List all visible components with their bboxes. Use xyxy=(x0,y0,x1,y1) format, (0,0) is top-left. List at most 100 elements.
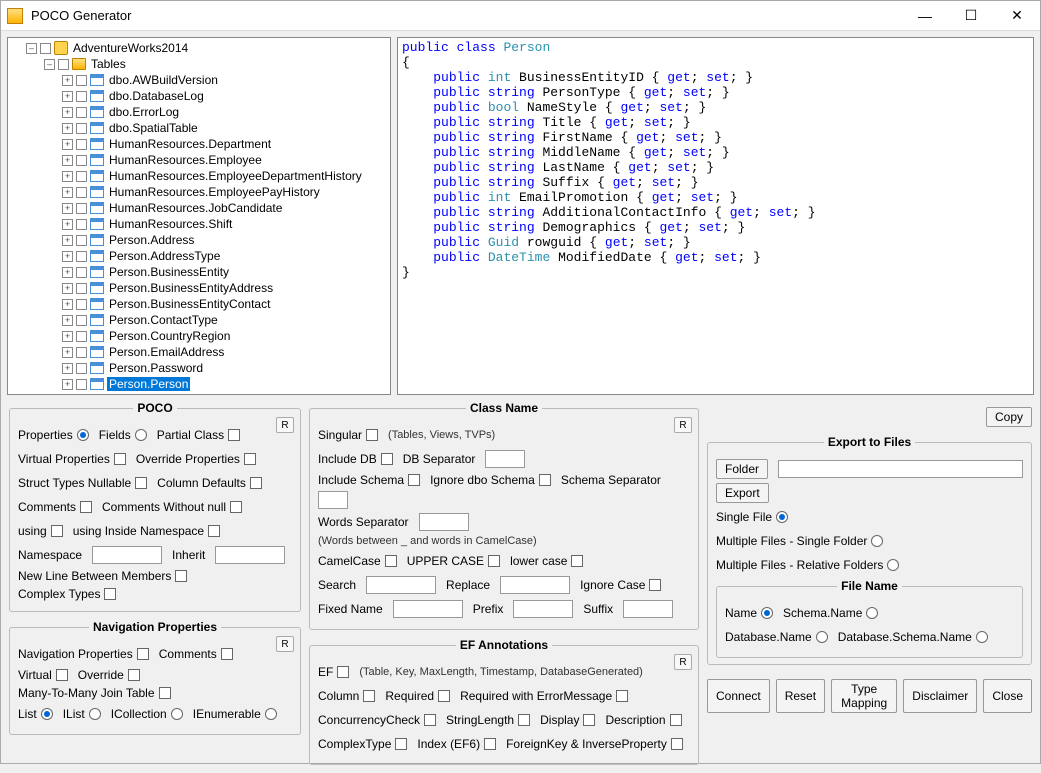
tree-row[interactable]: +HumanResources.Department xyxy=(8,136,390,152)
tree-row[interactable]: + HumanResources.Shift xyxy=(8,216,390,232)
newline-check[interactable]: New Line Between Members xyxy=(18,569,187,583)
fn-name-radio[interactable]: Name xyxy=(725,606,773,620)
tree-row[interactable]: +Person.ContactType xyxy=(8,312,390,328)
code-panel[interactable]: public class Person { public int Busines… xyxy=(397,37,1034,395)
tree-row[interactable]: + Person.BusinessEntity xyxy=(8,264,390,280)
tree-checkbox[interactable] xyxy=(76,331,87,342)
ct-check[interactable]: ComplexType xyxy=(318,737,407,751)
tree-checkbox[interactable] xyxy=(76,203,87,214)
nav-props-check[interactable]: Navigation Properties xyxy=(18,647,149,661)
display-check[interactable]: Display xyxy=(540,713,595,727)
singular-check[interactable]: Singular xyxy=(318,428,378,442)
complex-check[interactable]: Complex Types xyxy=(18,587,116,601)
search-input[interactable] xyxy=(366,576,436,594)
tree-checkbox[interactable] xyxy=(76,267,87,278)
tree-label[interactable]: Person.Password xyxy=(107,361,205,375)
disclaimer-button[interactable]: Disclaimer xyxy=(903,679,977,713)
fn-schemaname-radio[interactable]: Schema.Name xyxy=(783,606,878,620)
reset-button[interactable]: Reset xyxy=(776,679,825,713)
tree-expander[interactable]: + xyxy=(62,219,73,230)
dbsep-input[interactable] xyxy=(485,450,525,468)
tree-label[interactable]: HumanResources.Department xyxy=(107,137,273,151)
tree-checkbox[interactable] xyxy=(76,75,87,86)
ignorecase-check[interactable]: Ignore Case xyxy=(580,578,661,592)
tree-label[interactable]: dbo.DatabaseLog xyxy=(107,89,206,103)
namespace-input[interactable] xyxy=(92,546,162,564)
tree-row[interactable]: +dbo.AWBuildVersion xyxy=(8,72,390,88)
tree-row[interactable]: + dbo.ErrorLog xyxy=(8,104,390,120)
tree-checkbox[interactable] xyxy=(76,235,87,246)
folder-button[interactable]: Folder xyxy=(716,459,768,479)
ienum-radio[interactable]: IEnumerable xyxy=(193,707,277,721)
tree-label[interactable]: Person.ContactType xyxy=(107,313,220,327)
tree-row[interactable]: +HumanResources.JobCandidate xyxy=(8,200,390,216)
suffix-input[interactable] xyxy=(623,600,673,618)
tree-expander[interactable]: – xyxy=(44,59,55,70)
prefix-input[interactable] xyxy=(513,600,573,618)
tree-expander[interactable]: + xyxy=(62,283,73,294)
incdb-check[interactable]: Include DB xyxy=(318,452,393,466)
ilist-radio[interactable]: IList xyxy=(63,707,101,721)
tree-row[interactable]: +Person.CountryRegion xyxy=(8,328,390,344)
required-check[interactable]: Required xyxy=(385,689,450,703)
tree-checkbox[interactable] xyxy=(76,187,87,198)
tree-row[interactable]: +Person.EmailAddress xyxy=(8,344,390,360)
tree-checkbox[interactable] xyxy=(76,347,87,358)
tree-label[interactable]: dbo.SpatialTable xyxy=(107,121,200,135)
tree-label[interactable]: dbo.ErrorLog xyxy=(107,105,181,119)
nullable-check[interactable]: Struct Types Nullable xyxy=(18,476,147,490)
tree-checkbox[interactable] xyxy=(40,43,51,54)
fn-dbschemaname-radio[interactable]: Database.Schema.Name xyxy=(838,630,988,644)
properties-radio[interactable]: Properties xyxy=(18,428,89,442)
typemap-button[interactable]: Type Mapping xyxy=(831,679,897,713)
camel-check[interactable]: CamelCase xyxy=(318,554,397,568)
list-radio[interactable]: List xyxy=(18,707,53,721)
connect-button[interactable]: Connect xyxy=(707,679,770,713)
comments-nn-check[interactable]: Comments Without null xyxy=(102,500,242,514)
upper-check[interactable]: UPPER CASE xyxy=(407,554,500,568)
tree-row[interactable]: –AdventureWorks2014 xyxy=(8,40,390,56)
tree-row[interactable]: +HumanResources.EmployeeDepartmentHistor… xyxy=(8,168,390,184)
export-button[interactable]: Export xyxy=(716,483,769,503)
using-check[interactable]: using xyxy=(18,524,63,538)
inherit-input[interactable] xyxy=(215,546,285,564)
replace-input[interactable] xyxy=(500,576,570,594)
wordsep-input[interactable] xyxy=(419,513,469,531)
fk-check[interactable]: ForeignKey & InverseProperty xyxy=(506,737,683,751)
classname-reset-button[interactable]: R xyxy=(674,417,692,433)
tree-expander[interactable]: + xyxy=(62,299,73,310)
tree-panel[interactable]: –AdventureWorks2014–Tables+dbo.AWBuildVe… xyxy=(7,37,391,395)
tree-label[interactable]: Person.BusinessEntityContact xyxy=(107,297,272,311)
tree-label[interactable]: Person.BusinessEntity xyxy=(107,265,231,279)
tree-checkbox[interactable] xyxy=(76,171,87,182)
tree-row[interactable]: +Person.BusinessEntityAddress xyxy=(8,280,390,296)
tree-label[interactable]: Person.Person xyxy=(107,377,190,391)
tree-expander[interactable]: + xyxy=(62,91,73,102)
tree-checkbox[interactable] xyxy=(76,283,87,294)
ef-check[interactable]: EF xyxy=(318,665,349,679)
tree-label[interactable]: AdventureWorks2014 xyxy=(71,41,190,55)
tree-label[interactable]: dbo.AWBuildVersion xyxy=(107,73,220,87)
tree-row[interactable]: +Person.Address xyxy=(8,232,390,248)
tree-expander[interactable]: + xyxy=(62,203,73,214)
tree-expander[interactable]: + xyxy=(62,363,73,374)
tree-label[interactable]: Person.PersonPhone xyxy=(107,393,225,395)
tree-row[interactable]: +dbo.SpatialTable xyxy=(8,120,390,136)
tree-expander[interactable]: + xyxy=(62,267,73,278)
tree-expander[interactable]: + xyxy=(62,331,73,342)
tree-checkbox[interactable] xyxy=(76,219,87,230)
tree-row[interactable]: +HumanResources.EmployeePayHistory xyxy=(8,184,390,200)
tree-expander[interactable]: + xyxy=(62,379,73,390)
tree-expander[interactable]: + xyxy=(62,395,73,396)
tree-expander[interactable]: + xyxy=(62,107,73,118)
tree-checkbox[interactable] xyxy=(76,139,87,150)
tree-label[interactable]: HumanResources.Shift xyxy=(107,217,234,231)
tree-checkbox[interactable] xyxy=(58,59,69,70)
minimize-button[interactable]: — xyxy=(902,1,948,31)
incschema-check[interactable]: Include Schema xyxy=(318,473,420,487)
tree-checkbox[interactable] xyxy=(76,123,87,134)
tree-checkbox[interactable] xyxy=(76,107,87,118)
tree-label[interactable]: HumanResources.Employee xyxy=(107,153,264,167)
desc-check[interactable]: Description xyxy=(605,713,681,727)
tree-label[interactable]: Person.EmailAddress xyxy=(107,345,226,359)
